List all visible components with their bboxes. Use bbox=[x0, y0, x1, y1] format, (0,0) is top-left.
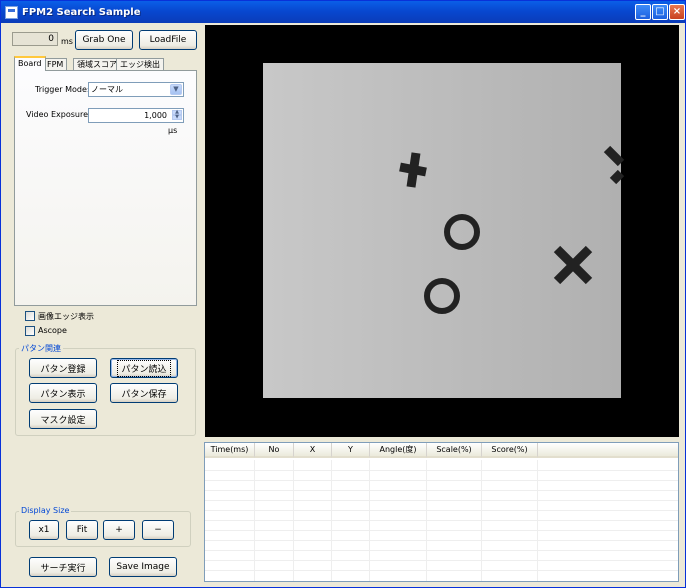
minimize-button[interactable]: _ bbox=[635, 4, 651, 20]
grid-row-line bbox=[205, 560, 678, 561]
display-size-title: Display Size bbox=[19, 506, 72, 515]
column-header-scale[interactable]: Scale(%) bbox=[427, 443, 482, 458]
tab-board[interactable]: Board bbox=[14, 56, 46, 71]
board-tab-panel bbox=[14, 70, 197, 306]
grid-row-line bbox=[205, 490, 678, 491]
column-header-y[interactable]: Y bbox=[332, 443, 370, 458]
grid-row-line bbox=[205, 480, 678, 481]
zoom-in-button[interactable]: + bbox=[103, 520, 135, 540]
title-bar[interactable]: FPM2 Search Sample _ □ × bbox=[1, 1, 685, 23]
app-window: FPM2 Search Sample _ □ × 0 ms Grab One L… bbox=[0, 0, 686, 588]
column-header-filler bbox=[538, 443, 678, 458]
edge-display-label: 画像エッジ表示 bbox=[38, 312, 94, 321]
grid-row-line bbox=[205, 530, 678, 531]
edge-display-checkbox[interactable] bbox=[25, 311, 35, 321]
image-display[interactable] bbox=[205, 25, 679, 437]
maximize-button[interactable]: □ bbox=[652, 4, 668, 20]
elapsed-time-field: 0 bbox=[12, 32, 58, 46]
grid-row-line bbox=[205, 510, 678, 511]
video-exposure-label: Video Exposure: bbox=[26, 110, 91, 119]
spin-down-icon[interactable]: ▼ bbox=[172, 115, 182, 120]
zoom-fit-button[interactable]: Fit bbox=[66, 520, 98, 540]
pattern-save-button[interactable]: パタン保存 bbox=[110, 383, 178, 403]
grid-row-line bbox=[205, 470, 678, 471]
ascope-checkbox[interactable] bbox=[25, 326, 35, 336]
column-header-x[interactable]: X bbox=[294, 443, 332, 458]
close-button[interactable]: × bbox=[669, 4, 685, 20]
save-image-button[interactable]: Save Image bbox=[109, 557, 177, 577]
elapsed-time-unit: ms bbox=[61, 37, 73, 46]
window-title: FPM2 Search Sample bbox=[22, 6, 141, 18]
ascope-label: Ascope bbox=[38, 326, 67, 335]
app-icon bbox=[5, 5, 18, 19]
column-header-angle[interactable]: Angle(度) bbox=[370, 443, 427, 458]
exposure-spinner[interactable]: ▲ ▼ bbox=[172, 110, 182, 121]
camera-image bbox=[263, 63, 625, 398]
column-header-time[interactable]: Time(ms) bbox=[205, 443, 255, 458]
zoom-x1-button[interactable]: x1 bbox=[29, 520, 59, 540]
grid-row-line bbox=[205, 500, 678, 501]
pattern-group-title: パタン関連 bbox=[19, 343, 63, 354]
load-file-button[interactable]: LoadFile bbox=[139, 30, 197, 50]
trigger-mode-select[interactable]: ノーマル ▼ bbox=[88, 82, 184, 97]
pattern-display-button[interactable]: パタン表示 bbox=[29, 383, 97, 403]
search-execute-button[interactable]: サーチ実行 bbox=[29, 557, 97, 577]
grid-row-line bbox=[205, 520, 678, 521]
pattern-register-button[interactable]: パタン登録 bbox=[29, 358, 97, 378]
grab-one-button[interactable]: Grab One bbox=[75, 30, 133, 50]
mask-setting-button[interactable]: マスク設定 bbox=[29, 409, 97, 429]
zoom-out-button[interactable]: − bbox=[142, 520, 174, 540]
captured-frame bbox=[263, 63, 621, 398]
chevron-down-icon[interactable]: ▼ bbox=[170, 84, 182, 95]
grid-row-line bbox=[205, 540, 678, 541]
exposure-unit: μs bbox=[168, 126, 178, 135]
pattern-load-button[interactable]: パタン読込 bbox=[110, 358, 178, 378]
column-header-score[interactable]: Score(%) bbox=[482, 443, 538, 458]
trigger-mode-label: Trigger Mode: bbox=[35, 85, 90, 94]
grid-row-line bbox=[205, 570, 678, 571]
video-exposure-input[interactable]: 1,000 ▲ ▼ bbox=[88, 108, 184, 123]
column-header-no[interactable]: No bbox=[255, 443, 294, 458]
results-table[interactable]: Time(ms) No X Y Angle(度) Scale(%) Score(… bbox=[204, 442, 679, 582]
grid-row-line bbox=[205, 550, 678, 551]
